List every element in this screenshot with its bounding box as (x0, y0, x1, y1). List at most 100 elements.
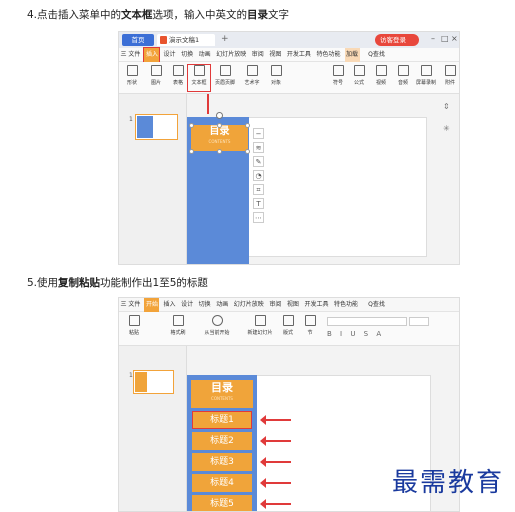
home-tab[interactable]: 首页 (122, 34, 154, 46)
formula-button[interactable]: 公式 (348, 65, 370, 91)
thumbnail-orange-strip (135, 372, 147, 392)
heading-4[interactable]: 标题4 (192, 474, 252, 492)
menu-developer[interactable]: 开发工具 (285, 48, 312, 62)
slide-thumbnail-pane: 1 (119, 94, 187, 264)
menu-animation-2[interactable]: 动画 (215, 298, 230, 312)
menu-transition[interactable]: 切换 (180, 48, 195, 62)
rotate-icon[interactable] (216, 112, 223, 119)
menu-review[interactable]: 审阅 (250, 48, 265, 62)
menu-insert-2[interactable]: 插入 (162, 298, 177, 312)
toc-textbox-2[interactable]: 目录 CONTENTS (191, 380, 253, 408)
menu-view[interactable]: 视图 (268, 48, 283, 62)
fill-icon[interactable]: ◔ (253, 170, 264, 181)
menu-animation[interactable]: 动画 (197, 48, 212, 62)
wordart-icon (246, 65, 258, 76)
menu-developer-2[interactable]: 开发工具 (303, 298, 330, 312)
document-tab[interactable]: 演示文稿1 (157, 34, 215, 46)
textbox-button[interactable]: 文本框 (187, 64, 211, 92)
wordart-button[interactable]: 艺术字 (241, 65, 263, 91)
step5-caption: 5.使用复制粘贴功能制作出1至5的标题 (27, 277, 208, 289)
menu-slideshow[interactable]: 幻灯片放映 (215, 48, 248, 62)
menu-file[interactable]: 三 文件 (119, 48, 142, 62)
attachment-button[interactable]: 附件 (439, 65, 459, 91)
menu-design[interactable]: 设计 (162, 48, 177, 62)
slide-thumbnail-2[interactable] (133, 370, 174, 394)
menu-slideshow-2[interactable]: 幻灯片放映 (232, 298, 265, 312)
watermark-logo: 最需教育 (392, 468, 505, 498)
menu-insert[interactable]: 插入 (143, 47, 161, 63)
record-icon (420, 65, 432, 76)
login-button[interactable]: 访客登录 (375, 34, 419, 46)
screen-record-button[interactable]: 屏幕录制 (415, 65, 437, 91)
home-ribbon: 粘贴 格式刷 从当前开始 新建幻灯片 版式 节 B I U S A (119, 312, 459, 346)
heading-2[interactable]: 标题2 (192, 432, 252, 450)
heading-1[interactable]: 标题1 (192, 411, 252, 429)
picture-button[interactable]: 图片 (145, 65, 167, 91)
thumbnail-blue-strip (137, 116, 153, 138)
video-button[interactable]: 视频 (370, 65, 392, 91)
search-box-2[interactable]: Q查找 (368, 299, 385, 308)
table-icon (172, 65, 184, 76)
menu-transition-2[interactable]: 切换 (197, 298, 212, 312)
font-style-buttons[interactable]: B I U S A (327, 330, 384, 338)
minimize-icon[interactable]: – (431, 34, 435, 43)
maximize-icon[interactable]: □ (441, 34, 449, 43)
step4-caption: 4.点击插入菜单中的文本框选项，输入中英文的目录文字 (27, 9, 290, 21)
brush-icon (172, 315, 184, 326)
arrow-heading-4 (260, 478, 291, 488)
font-name-select[interactable] (327, 317, 407, 326)
menu-view-2[interactable]: 视图 (285, 298, 300, 312)
menu-file-2[interactable]: 三 文件 (119, 298, 142, 312)
text-icon[interactable]: T (253, 198, 264, 209)
header-footer-button[interactable]: 页眉页脚 (214, 65, 236, 91)
slide-number: 1 (129, 116, 133, 123)
crop-icon[interactable]: ⌗ (253, 184, 264, 195)
audio-button[interactable]: 音频 (392, 65, 414, 91)
menu-addons[interactable]: 加载 (344, 48, 360, 62)
picture-icon (150, 65, 162, 76)
menu-special[interactable]: 特色功能 (315, 48, 342, 62)
section-button[interactable]: 节 (299, 315, 321, 341)
play-from-current-button[interactable]: 从当前开始 (199, 315, 235, 341)
pen-icon[interactable]: ✎ (253, 156, 264, 167)
search-box[interactable]: Q查找 (368, 49, 385, 58)
right-panel-icon-2[interactable]: ✳ (443, 124, 450, 133)
insert-ribbon: 形状 图片 表格 文本框 页眉页脚 艺术字 对象 符号 公式 视频 音频 屏幕录… (119, 62, 459, 94)
menu-special-2[interactable]: 特色功能 (333, 298, 360, 312)
layout-icon (282, 315, 294, 326)
play-icon (211, 315, 223, 326)
heading-5[interactable]: 标题5 (192, 495, 252, 511)
pi-icon (353, 65, 365, 76)
shape-icon (126, 65, 138, 76)
font-size-select[interactable] (409, 317, 429, 326)
new-slide-button[interactable]: 新建幻灯片 (245, 315, 275, 341)
heading-3[interactable]: 标题3 (192, 453, 252, 471)
object-button[interactable]: 对象 (265, 65, 287, 91)
minus-icon[interactable]: − (253, 128, 264, 139)
menu-design-2[interactable]: 设计 (180, 298, 195, 312)
header-footer-icon (219, 65, 231, 76)
menu-home-2[interactable]: 开始 (144, 298, 160, 312)
close-icon[interactable]: × (451, 34, 458, 43)
shape-button[interactable]: 形状 (121, 65, 143, 91)
layout-button[interactable]: 版式 (277, 315, 299, 341)
arrow-heading-2 (260, 436, 291, 446)
pointer-line (207, 94, 209, 114)
object-icon (270, 65, 282, 76)
menu-review-2[interactable]: 审阅 (268, 298, 283, 312)
toc-textbox[interactable]: 目录 CONTENTS (191, 125, 248, 151)
paperclip-icon (444, 65, 456, 76)
layers-icon[interactable]: ≋ (253, 142, 264, 153)
arrow-heading-5 (260, 499, 291, 509)
new-tab-button[interactable]: + (221, 34, 229, 44)
table-button[interactable]: 表格 (167, 65, 189, 91)
video-icon (375, 65, 387, 76)
format-painter-button[interactable]: 格式刷 (167, 315, 189, 341)
more-icon[interactable]: ⋯ (253, 212, 264, 223)
menu-bar: 三 文件 插入 设计 切换 动画 幻灯片放映 审阅 视图 开发工具 特色功能 加… (119, 47, 459, 63)
slide-thumbnail[interactable] (135, 114, 178, 140)
section-icon (304, 315, 316, 326)
right-panel-icon-1[interactable]: ⇕ (443, 102, 450, 111)
paste-button[interactable]: 粘贴 (123, 315, 145, 341)
symbol-button[interactable]: 符号 (327, 65, 349, 91)
